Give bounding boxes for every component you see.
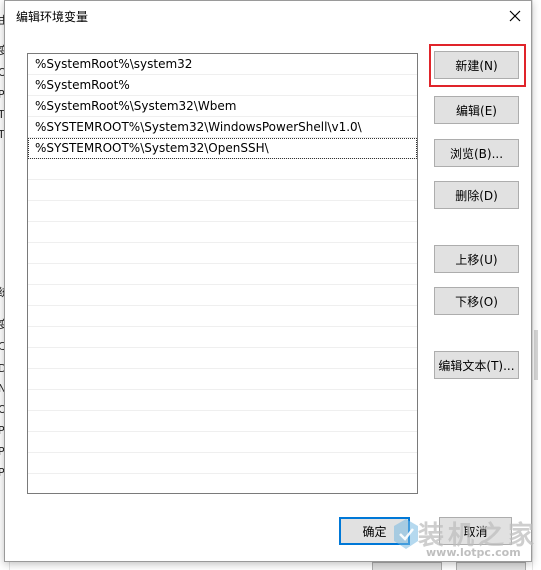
path-list-item-selected[interactable]: %SYSTEMROOT%\System32\OpenSSH\ bbox=[28, 138, 417, 159]
background-button bbox=[372, 562, 442, 570]
delete-button[interactable]: 删除(D) bbox=[434, 181, 519, 209]
path-list-empty-row[interactable] bbox=[28, 474, 417, 493]
background-scrollbar bbox=[534, 330, 538, 380]
path-list-item[interactable]: %SystemRoot% bbox=[28, 75, 417, 96]
new-button[interactable]: 新建(N) bbox=[434, 51, 519, 79]
path-list[interactable]: %SystemRoot%\system32 %SystemRoot% %Syst… bbox=[27, 53, 418, 494]
move-down-button[interactable]: 下移(O) bbox=[434, 287, 519, 315]
path-list-empty-row[interactable] bbox=[28, 201, 417, 222]
path-list-empty-row[interactable] bbox=[28, 285, 417, 306]
path-list-item[interactable]: %SystemRoot%\system32 bbox=[28, 54, 417, 75]
browse-button[interactable]: 浏览(B)... bbox=[434, 139, 519, 167]
screen: 由 变 O Pa TE TN 统 变 Co Dr N O Pa PA PF 编辑… bbox=[0, 0, 541, 570]
dialog-title: 编辑环境变量 bbox=[16, 10, 89, 24]
move-up-button[interactable]: 上移(U) bbox=[434, 245, 519, 273]
path-list-empty-row[interactable] bbox=[28, 411, 417, 432]
close-button[interactable] bbox=[499, 1, 531, 31]
path-list-empty-row[interactable] bbox=[28, 264, 417, 285]
path-list-empty-row[interactable] bbox=[28, 327, 417, 348]
path-list-empty-row[interactable] bbox=[28, 432, 417, 453]
path-list-empty-row[interactable] bbox=[28, 369, 417, 390]
path-list-empty-row[interactable] bbox=[28, 180, 417, 201]
path-list-empty-row[interactable] bbox=[28, 159, 417, 180]
path-list-empty-row[interactable] bbox=[28, 243, 417, 264]
edit-env-variable-dialog: 编辑环境变量 %SystemRoot%\system32 %SystemRoot… bbox=[4, 0, 532, 562]
ok-button[interactable]: 确定 bbox=[339, 517, 410, 545]
path-list-empty-row[interactable] bbox=[28, 453, 417, 474]
background-window-right bbox=[532, 0, 541, 570]
background-button bbox=[456, 562, 526, 570]
path-list-empty-row[interactable] bbox=[28, 348, 417, 369]
path-list-empty-row[interactable] bbox=[28, 390, 417, 411]
close-icon bbox=[509, 10, 521, 22]
title-bar: 编辑环境变量 bbox=[5, 1, 531, 32]
path-list-empty-row[interactable] bbox=[28, 306, 417, 327]
edit-button[interactable]: 编辑(E) bbox=[434, 96, 519, 124]
cancel-button[interactable]: 取消 bbox=[439, 517, 512, 545]
edit-text-button[interactable]: 编辑文本(T)... bbox=[434, 351, 519, 379]
path-list-empty-row[interactable] bbox=[28, 222, 417, 243]
path-list-item[interactable]: %SystemRoot%\System32\Wbem bbox=[28, 96, 417, 117]
path-list-item[interactable]: %SYSTEMROOT%\System32\WindowsPowerShell\… bbox=[28, 117, 417, 138]
